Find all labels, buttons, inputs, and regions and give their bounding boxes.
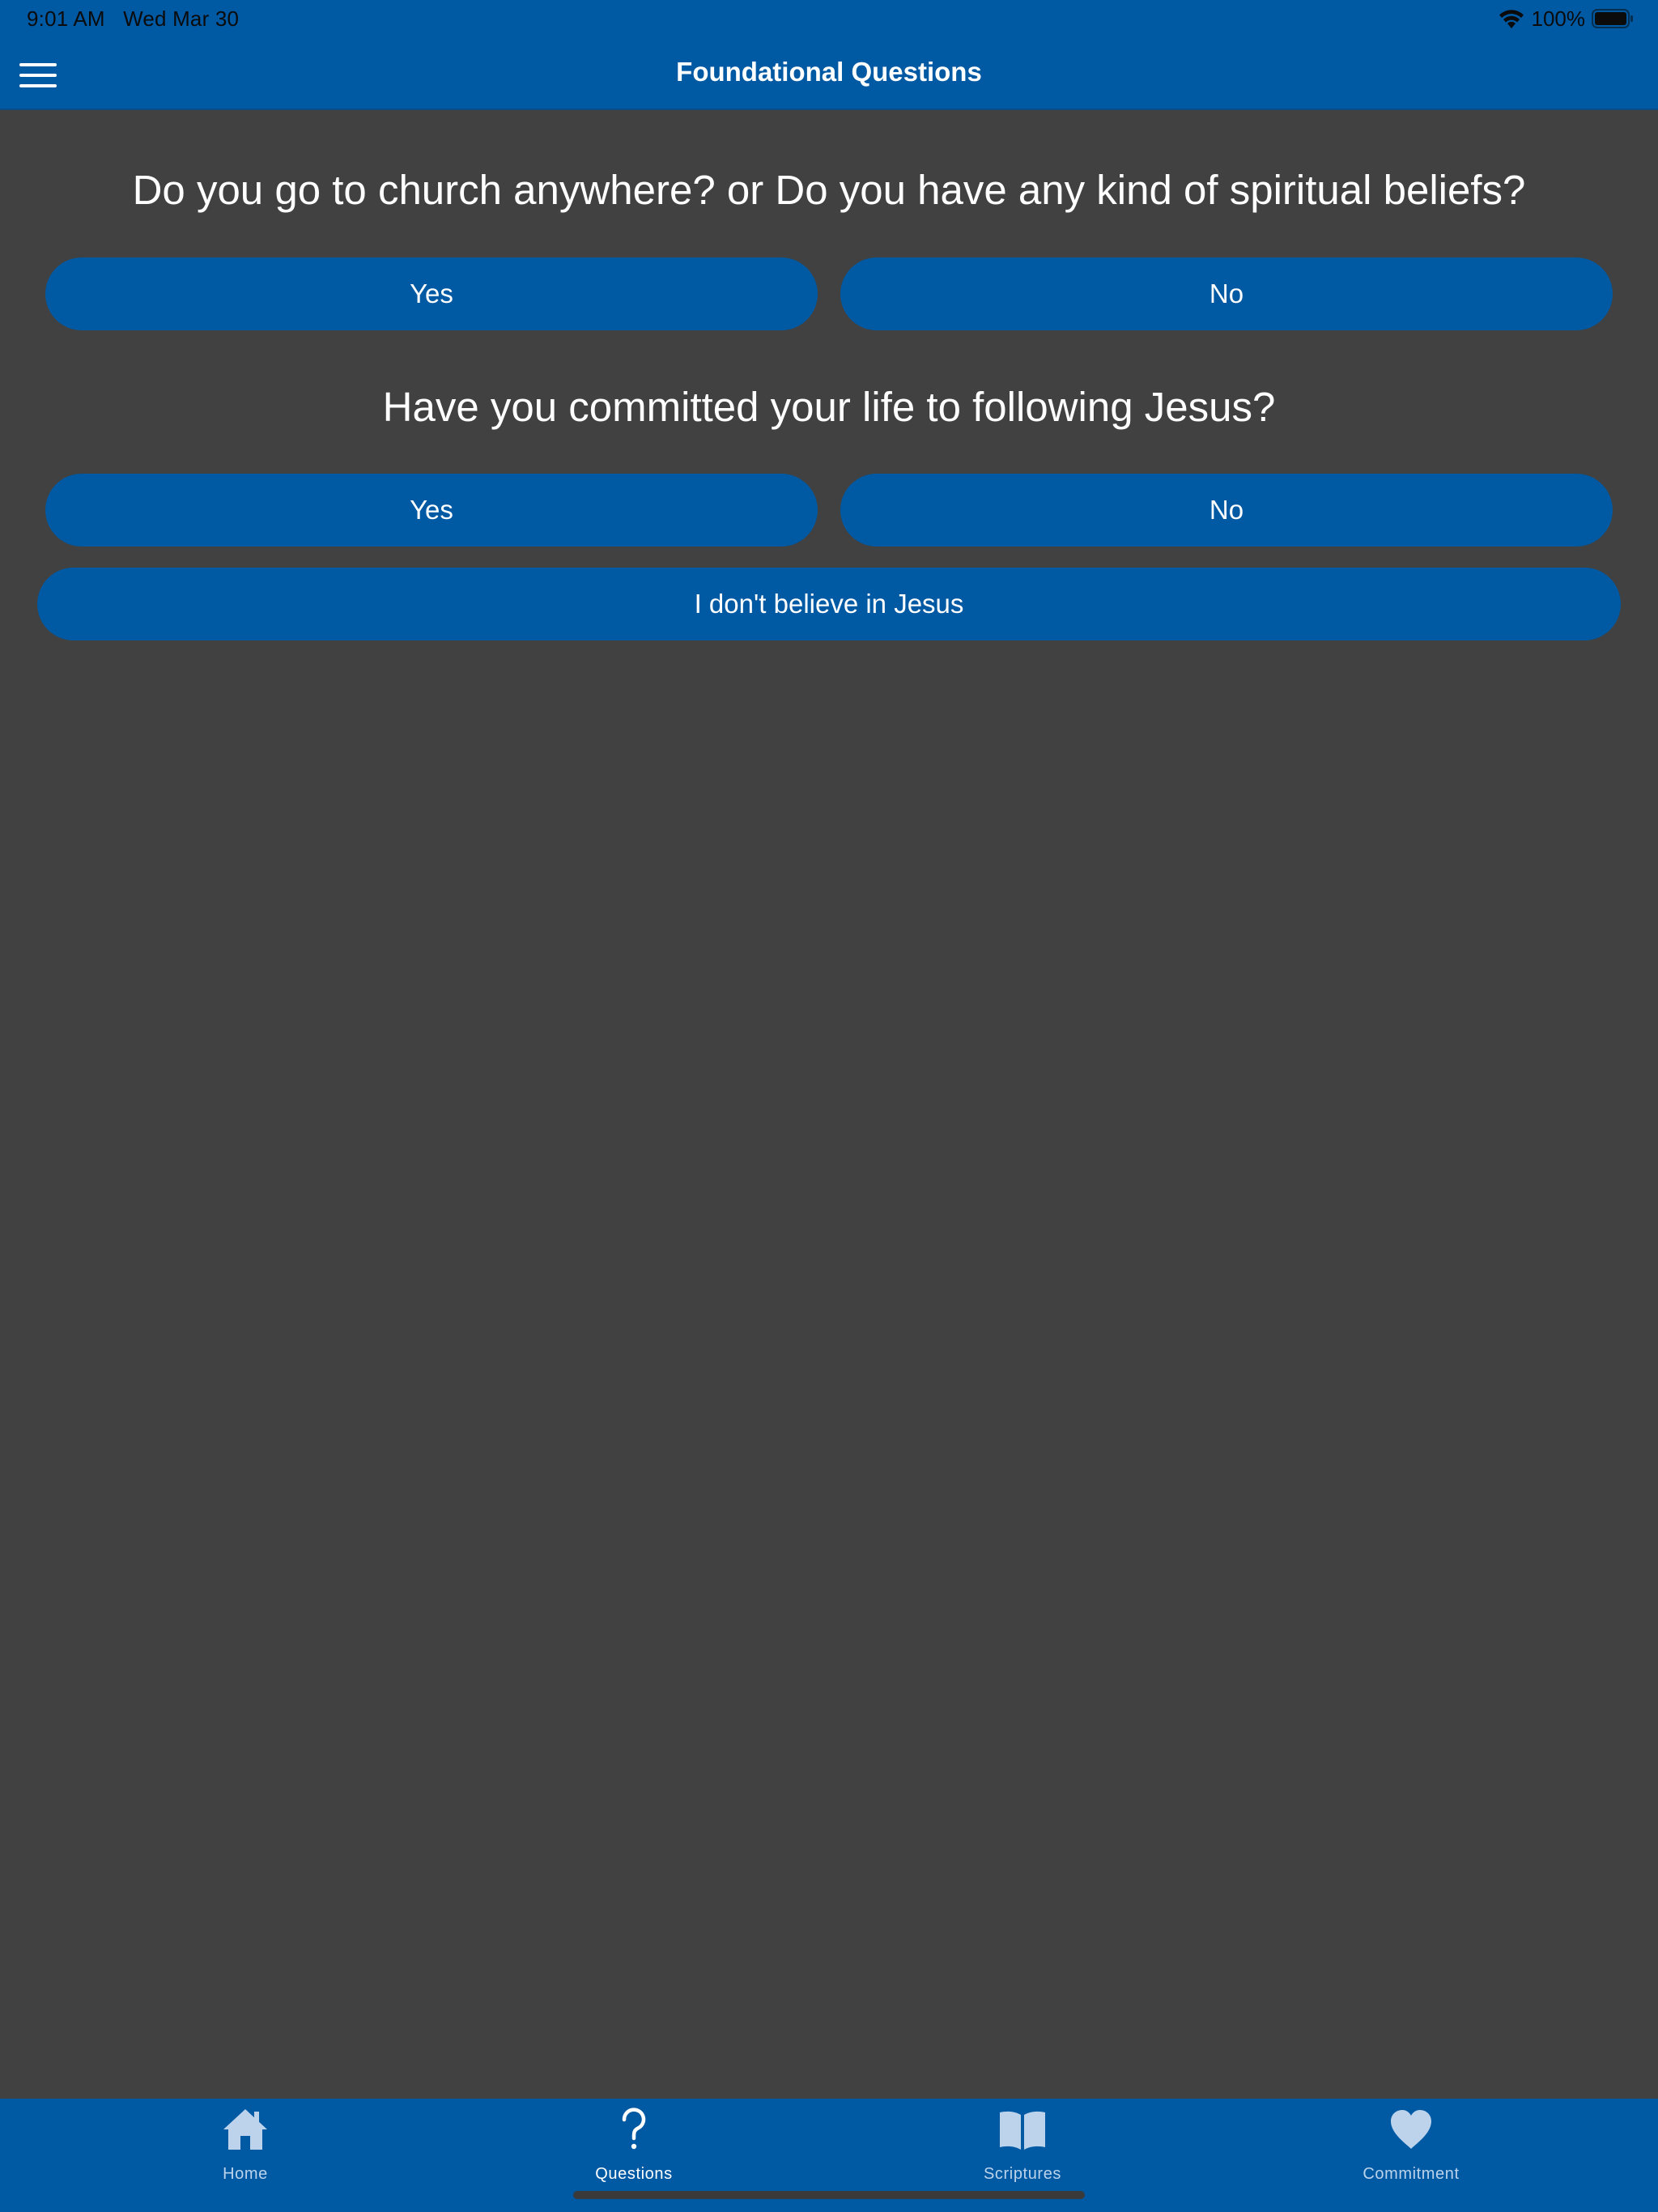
tab-commitment-label: Commitment bbox=[1363, 2165, 1460, 2183]
book-icon bbox=[997, 2107, 1048, 2156]
question-mark-icon bbox=[618, 2107, 650, 2156]
tab-home[interactable]: Home bbox=[51, 2099, 440, 2188]
page-title: Foundational Questions bbox=[676, 57, 982, 87]
status-time-date: 9:01 AM Wed Mar 30 bbox=[27, 6, 240, 31]
home-indicator[interactable] bbox=[573, 2191, 1085, 2199]
status-indicators: 100% bbox=[1498, 5, 1635, 32]
question-1-text: Do you go to church anywhere? or Do you … bbox=[132, 167, 1526, 213]
question-2-yes-button[interactable]: Yes bbox=[45, 474, 818, 547]
battery-percent: 100% bbox=[1531, 6, 1586, 31]
tab-questions[interactable]: Questions bbox=[440, 2099, 828, 2188]
question-2-no-button[interactable]: No bbox=[840, 474, 1613, 547]
tab-questions-label: Questions bbox=[595, 2165, 673, 2183]
question-1-no-button[interactable]: No bbox=[840, 257, 1613, 330]
battery-icon bbox=[1592, 8, 1634, 29]
dont-believe-button[interactable]: I don't believe in Jesus bbox=[37, 568, 1621, 640]
home-icon bbox=[221, 2107, 270, 2156]
tab-scriptures[interactable]: Scriptures bbox=[828, 2099, 1217, 2188]
question-2-text: Have you committed your life to followin… bbox=[382, 384, 1276, 430]
app-root: 9:01 AM Wed Mar 30 100% Foundational Que… bbox=[0, 0, 1658, 2212]
navigation-bar: 9:01 AM Wed Mar 30 100% Foundational Que… bbox=[0, 0, 1658, 110]
heart-icon bbox=[1388, 2107, 1434, 2156]
tab-home-label: Home bbox=[223, 2165, 268, 2183]
tab-scriptures-label: Scriptures bbox=[983, 2165, 1062, 2183]
question-1-yes-button[interactable]: Yes bbox=[45, 257, 818, 330]
wifi-icon bbox=[1498, 8, 1525, 29]
tab-commitment[interactable]: Commitment bbox=[1217, 2099, 1605, 2188]
